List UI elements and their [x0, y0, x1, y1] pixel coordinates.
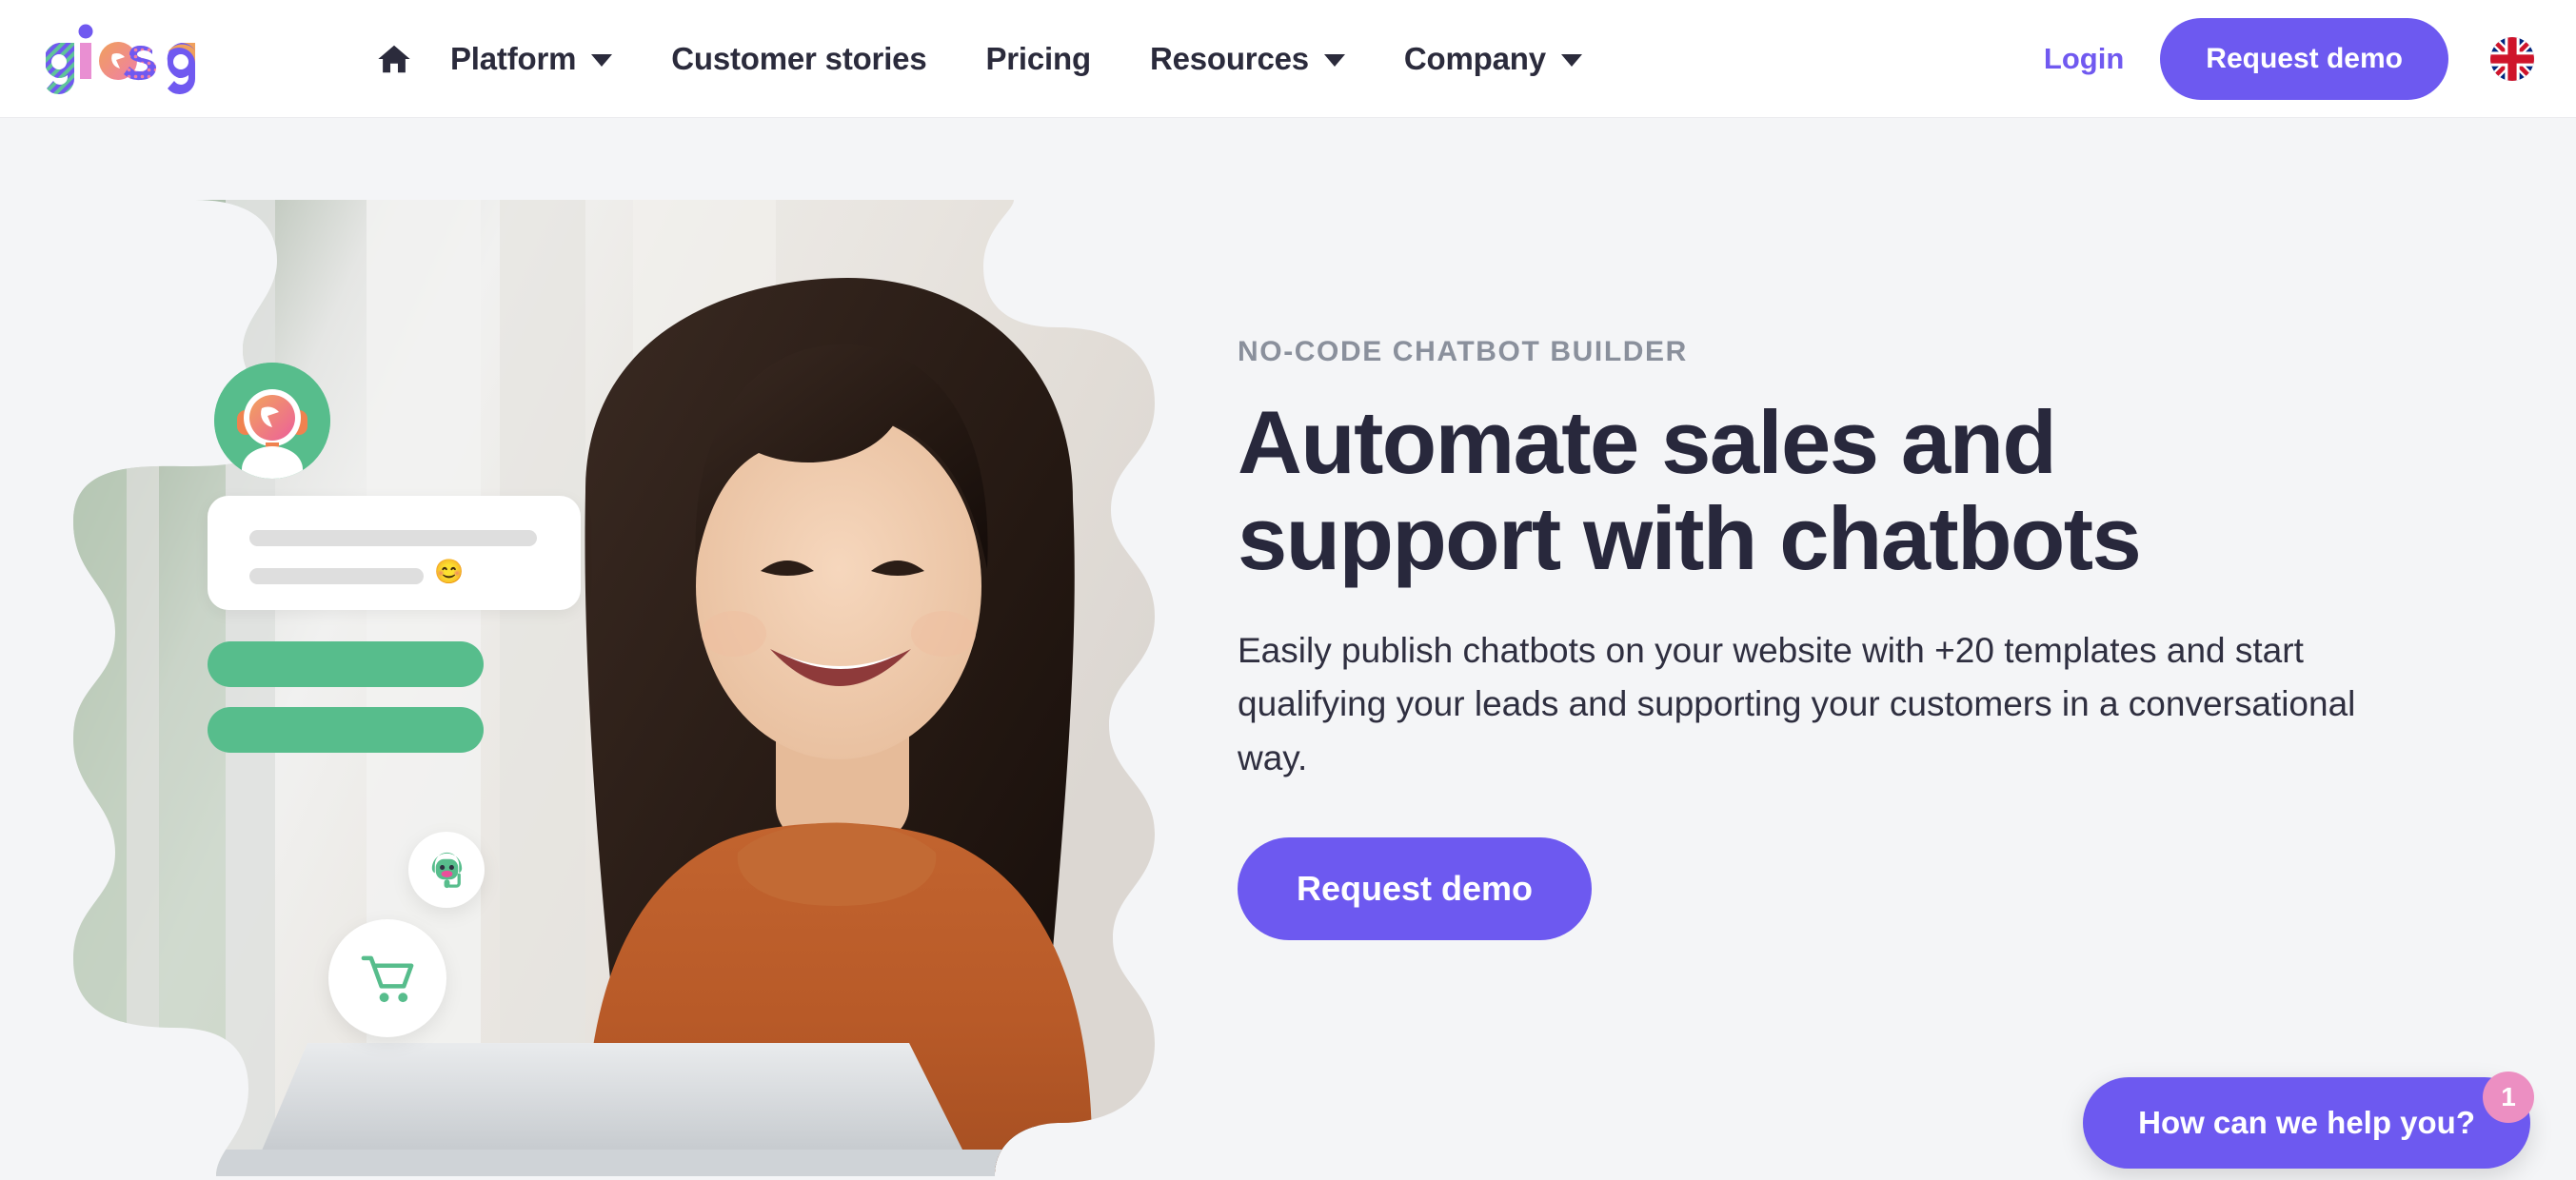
nav-item-resources[interactable]: Resources [1120, 43, 1375, 74]
nav-item-pricing[interactable]: Pricing [956, 43, 1120, 74]
support-bot-icon [425, 848, 469, 893]
message-placeholder-line [249, 568, 424, 584]
nav-item-label: Company [1403, 41, 1546, 76]
nav-item-customer-stories[interactable]: Customer stories [642, 43, 956, 74]
chevron-down-icon [1323, 54, 1345, 67]
nav-home-button[interactable] [367, 32, 421, 86]
ecommerce-badge [328, 919, 446, 1037]
chatbot-avatar-icon [214, 363, 330, 479]
nav-item-label: Platform [450, 41, 577, 76]
hero-eyebrow: NO-CODE CHATBOT BUILDER [1238, 336, 1688, 367]
nav-request-demo-button[interactable]: Request demo [2160, 17, 2448, 100]
chat-quick-reply-button[interactable] [208, 707, 484, 753]
chat-message-bubble: 😊 [208, 496, 581, 610]
nav-item-company[interactable]: Company [1375, 43, 1612, 74]
nav-actions: Login Request demo [2015, 17, 2534, 100]
login-link[interactable]: Login [2015, 42, 2152, 76]
hero-subcopy: Easily publish chatbots on your website … [1238, 631, 2356, 777]
shopping-cart-icon [358, 949, 418, 1009]
top-navigation-bar: Platform Customer stories Pricing Resour… [0, 0, 2576, 118]
hero-request-demo-button[interactable]: Request demo [1238, 836, 1593, 940]
giosg-logo[interactable] [46, 20, 246, 98]
headline-line-1: Automate sales and [1238, 392, 2057, 492]
chat-quick-reply-button[interactable] [208, 641, 484, 687]
hero-headline: Automate sales and support with chatbots [1238, 392, 2304, 588]
chat-widget: How can we help you? 1 [2083, 1072, 2534, 1169]
chat-widget-button[interactable]: How can we help you? [2083, 1077, 2530, 1169]
nav-item-label: Customer stories [671, 41, 927, 76]
nav-item-label: Pricing [985, 41, 1091, 76]
headline-line-2: support with chatbots [1238, 487, 2142, 588]
chevron-down-icon [1560, 54, 1582, 67]
uk-flag-icon[interactable] [2490, 36, 2534, 81]
nav-item-platform[interactable]: Platform [421, 43, 642, 74]
nav-item-label: Resources [1149, 41, 1309, 76]
smiley-emoji-icon: 😊 [434, 559, 465, 585]
hero-image-container: 😊 [52, 187, 1176, 1180]
hero-section: 😊 NO-CODE CHATBOT BUILDER Automate sales… [0, 118, 2576, 1180]
main-nav-links: Platform Customer stories Pricing Resour… [367, 32, 1612, 86]
chat-unread-badge: 1 [2483, 1072, 2534, 1123]
chevron-down-icon [591, 54, 613, 67]
message-placeholder-line [249, 530, 537, 546]
hero-copy-block: NO-CODE CHATBOT BUILDER Automate sales a… [1238, 335, 2437, 940]
support-bot-badge [408, 832, 485, 908]
home-icon [376, 41, 412, 77]
